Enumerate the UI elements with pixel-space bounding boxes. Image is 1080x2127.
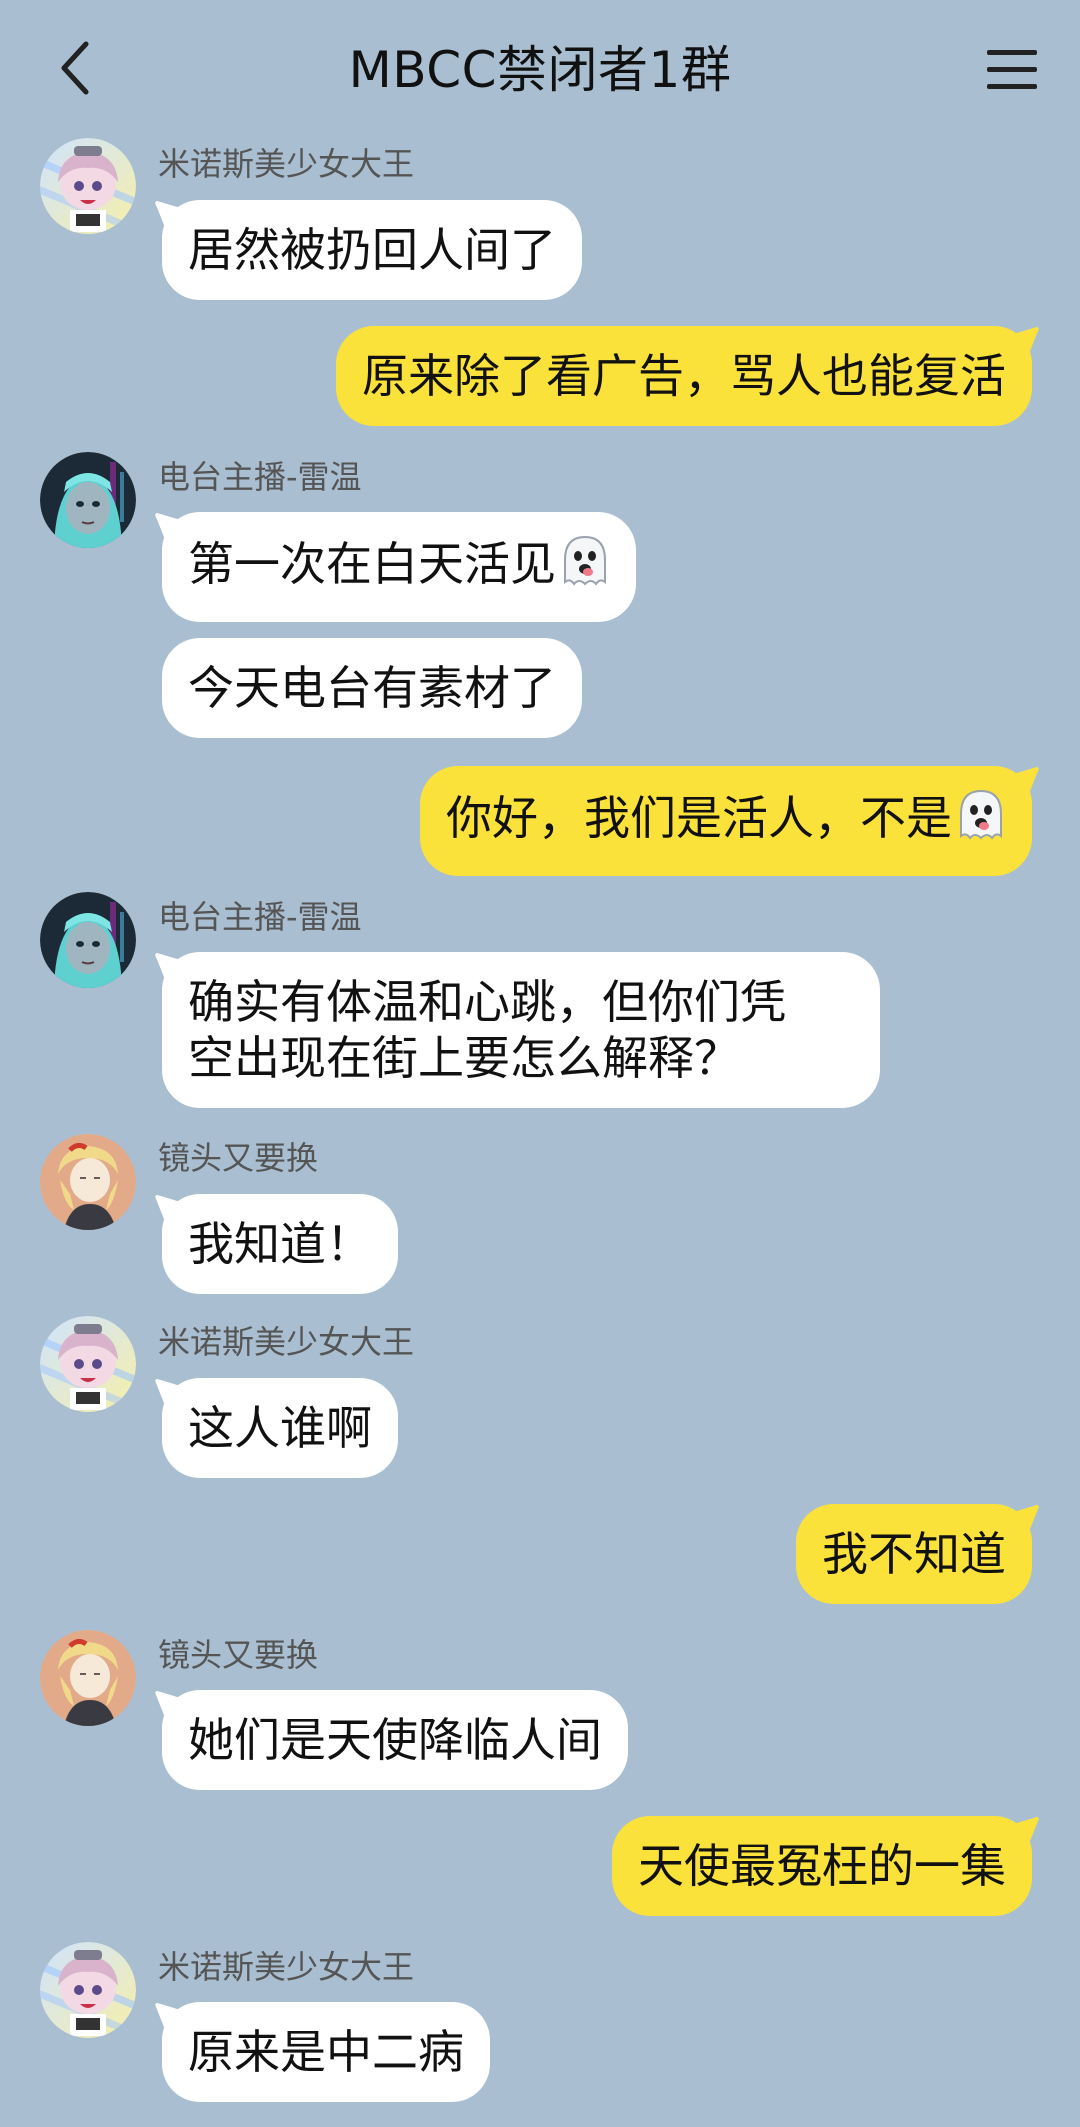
message-text: 第一次在白天活见 <box>188 537 556 591</box>
message-bubble-incoming[interactable]: 确实有体温和心跳，但你们凭 空出现在街上要怎么解释？ <box>162 952 880 1108</box>
avatar-minos[interactable] <box>40 1316 136 1412</box>
sender-name: 镜头又要换 <box>158 1139 319 1177</box>
message-bubble-outgoing[interactable]: 原来除了看广告，骂人也能复活 <box>336 326 1032 426</box>
avatar-radio-host[interactable] <box>40 452 136 548</box>
chat-header: MBCC禁闭者1群 <box>0 0 1080 140</box>
back-button[interactable] <box>44 36 108 100</box>
sender-name: 米诺斯美少女大王 <box>158 145 415 183</box>
message-bubble-incoming[interactable]: 第一次在白天活见 <box>162 512 636 622</box>
message-text-line: 确实有体温和心跳，但你们凭 <box>188 975 786 1029</box>
sender-name: 电台主播-雷温 <box>158 898 362 936</box>
avatar-minos[interactable] <box>40 138 136 234</box>
message-bubble-incoming[interactable]: 这人谁啊 <box>162 1378 398 1478</box>
avatar-radio-host[interactable] <box>40 892 136 988</box>
avatar-minos[interactable] <box>40 1942 136 2038</box>
sender-name: 米诺斯美少女大王 <box>158 1948 415 1986</box>
message-bubble-outgoing[interactable]: 天使最冤枉的一集 <box>612 1816 1032 1916</box>
sender-name: 米诺斯美少女大王 <box>158 1323 415 1361</box>
sender-name: 电台主播-雷温 <box>158 458 362 496</box>
avatar-lens-user[interactable] <box>40 1630 136 1726</box>
message-bubble-outgoing[interactable]: 你好，我们是活人，不是 <box>420 766 1032 876</box>
message-bubble-outgoing[interactable]: 我不知道 <box>796 1504 1032 1604</box>
chat-title: MBCC禁闭者1群 <box>348 41 732 99</box>
ghost-emoji-icon <box>560 534 610 600</box>
message-bubble-incoming[interactable]: 她们是天使降临人间 <box>162 1690 628 1790</box>
message-bubble-incoming[interactable]: 我知道！ <box>162 1194 398 1294</box>
avatar-lens-user[interactable] <box>40 1134 136 1230</box>
message-bubble-incoming[interactable]: 今天电台有素材了 <box>162 638 582 738</box>
message-text-line: 空出现在街上要怎么解释？ <box>188 1031 740 1085</box>
message-bubble-incoming[interactable]: 居然被扔回人间了 <box>162 200 582 300</box>
ghost-emoji-icon <box>956 788 1006 854</box>
message-bubble-incoming[interactable]: 原来是中二病 <box>162 2002 490 2102</box>
sender-name: 镜头又要换 <box>158 1636 319 1674</box>
menu-button[interactable] <box>980 38 1044 102</box>
hamburger-menu-icon <box>987 50 1037 89</box>
chevron-left-icon <box>61 41 89 95</box>
message-text: 你好，我们是活人，不是 <box>446 791 952 845</box>
